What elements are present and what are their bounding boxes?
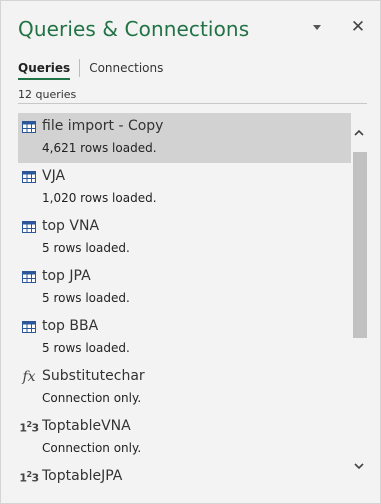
query-item[interactable]: file import - Copy 4,621 rows loaded. <box>18 113 351 163</box>
query-count: 12 queries <box>18 88 77 101</box>
tab-queries[interactable]: Queries <box>18 61 71 80</box>
table-icon <box>22 170 36 184</box>
query-item[interactable]: 123 ToptableVNA Connection only. <box>18 413 351 463</box>
query-name: ToptableVNA <box>42 418 131 434</box>
close-button[interactable]: ✕ <box>348 17 368 37</box>
divider <box>18 103 367 104</box>
table-icon <box>22 320 36 334</box>
chevron-down-icon <box>313 24 321 30</box>
query-item[interactable]: 123 ToptableJPA <box>18 463 351 491</box>
scroll-down-button[interactable] <box>351 458 367 474</box>
query-list: file import - Copy 4,621 rows loaded. VJ… <box>18 113 351 491</box>
scroll-thumb[interactable] <box>353 152 367 338</box>
query-name: top VNA <box>42 218 100 234</box>
query-name: ToptableJPA <box>42 468 123 484</box>
tab-connections[interactable]: Connections <box>89 61 163 75</box>
query-status: Connection only. <box>42 391 142 405</box>
query-name: VJA <box>42 168 66 184</box>
tab-divider <box>79 59 81 77</box>
chevron-down-icon <box>354 462 364 469</box>
number-icon: 123 <box>19 469 39 485</box>
close-icon: ✕ <box>350 16 366 37</box>
query-status: Connection only. <box>42 441 142 455</box>
pane-options-button[interactable] <box>309 19 325 35</box>
scroll-up-button[interactable] <box>351 124 367 140</box>
number-icon: 123 <box>19 419 39 435</box>
query-item[interactable]: VJA 1,020 rows loaded. <box>18 163 351 213</box>
query-status: 5 rows loaded. <box>42 291 130 305</box>
query-item[interactable]: top JPA 5 rows loaded. <box>18 263 351 313</box>
table-icon <box>22 270 36 284</box>
query-item[interactable]: top BBA 5 rows loaded. <box>18 313 351 363</box>
query-item[interactable]: fx Substitutechar Connection only. <box>18 363 351 413</box>
query-name: Substitutechar <box>42 368 145 384</box>
query-name: top BBA <box>42 318 99 334</box>
table-icon <box>22 120 36 134</box>
query-status: 1,020 rows loaded. <box>42 191 157 205</box>
query-status: 4,621 rows loaded. <box>42 141 157 155</box>
query-name: file import - Copy <box>42 118 164 134</box>
query-status: 5 rows loaded. <box>42 341 130 355</box>
query-status: 5 rows loaded. <box>42 241 130 255</box>
queries-connections-pane: Queries & Connections ✕ Queries Connecti… <box>0 0 381 504</box>
function-icon: fx <box>22 369 36 385</box>
tab-bar: Queries Connections <box>18 57 163 80</box>
vertical-scrollbar[interactable] <box>351 118 367 484</box>
pane-title: Queries & Connections <box>18 17 250 41</box>
query-name: top JPA <box>42 268 91 284</box>
chevron-up-icon <box>354 129 364 136</box>
scroll-track[interactable] <box>353 142 367 454</box>
query-item[interactable]: top VNA 5 rows loaded. <box>18 213 351 263</box>
table-icon <box>22 220 36 234</box>
